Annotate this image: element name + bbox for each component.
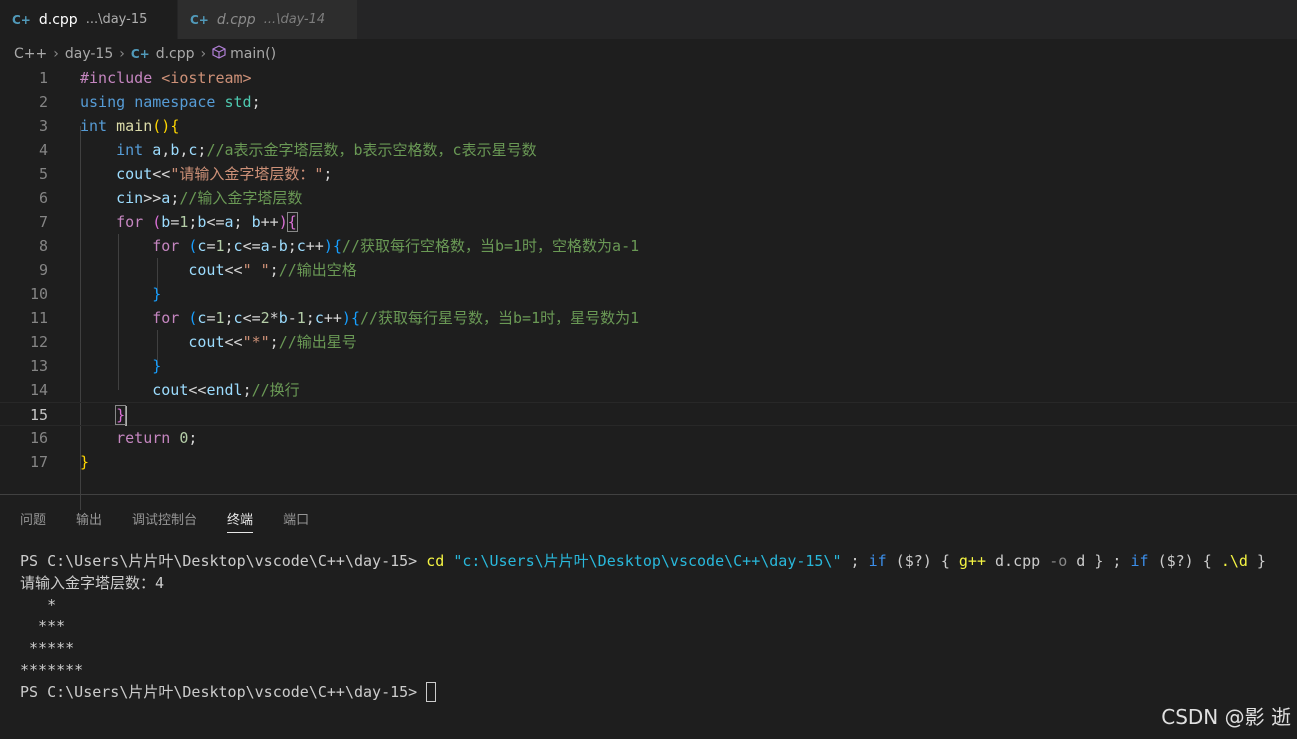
breadcrumb-item-folder[interactable]: day-15 bbox=[65, 46, 113, 62]
code-text: int main(){ bbox=[80, 117, 180, 135]
line-number: 7 bbox=[38, 213, 48, 231]
line-number: 6 bbox=[38, 189, 48, 207]
line-number: 5 bbox=[38, 165, 48, 183]
terminal-output-line: *** bbox=[20, 617, 66, 636]
line-number: 17 bbox=[29, 453, 48, 471]
tab-debug-console[interactable]: 调试控制台 bbox=[132, 505, 197, 533]
code-text: using namespace std; bbox=[80, 93, 261, 111]
tab-d-cpp-day-14[interactable]: C+ d.cpp ...\day-14 bbox=[178, 0, 358, 39]
terminal-prompt: PS C:\Users\片片叶\Desktop\vscode\C++\day-1… bbox=[20, 552, 418, 570]
code-line-current: 15 } bbox=[0, 402, 1297, 426]
line-number: 9 bbox=[38, 261, 48, 279]
line-number: 8 bbox=[38, 237, 48, 255]
tab-d-cpp-day-15[interactable]: C+ d.cpp ...\day-15 bbox=[0, 0, 178, 39]
code-line: 6 cin>>a;//输入金字塔层数 bbox=[0, 186, 1297, 210]
tab-problems[interactable]: 问题 bbox=[20, 505, 46, 533]
line-number: 12 bbox=[29, 333, 48, 351]
terminal-output-line: ***** bbox=[20, 639, 75, 658]
terminal-output-line: ******* bbox=[20, 660, 84, 679]
line-number: 4 bbox=[38, 141, 48, 159]
code-text: cout<<"*";//输出星号 bbox=[188, 333, 357, 351]
tab-filename: d.cpp bbox=[38, 11, 78, 28]
tab-path: ...\day-14 bbox=[263, 12, 326, 27]
editor-tab-bar: C+ d.cpp ...\day-15 C+ d.cpp ...\day-14 bbox=[0, 0, 1297, 39]
tab-path: ...\day-15 bbox=[85, 12, 148, 27]
terminal[interactable]: PS C:\Users\片片叶\Desktop\vscode\C++\day-1… bbox=[20, 551, 1266, 704]
chevron-right-icon: › bbox=[200, 46, 207, 62]
chevron-right-icon: › bbox=[53, 46, 59, 62]
code-text: } bbox=[115, 405, 128, 426]
text-cursor bbox=[125, 405, 128, 426]
line-number: 13 bbox=[29, 357, 48, 375]
symbol-method-icon bbox=[212, 45, 226, 63]
code-text: for (c=1;c<=a-b;c++){//获取每行空格数，当b=1时，空格数… bbox=[152, 237, 640, 255]
code-text: cin>>a;//输入金字塔层数 bbox=[116, 189, 303, 207]
line-number: 1 bbox=[38, 69, 48, 87]
code-line: 10 } bbox=[0, 282, 1297, 306]
line-number: 10 bbox=[29, 285, 48, 303]
watermark: CSDN @影 逝 bbox=[1161, 705, 1291, 729]
line-number: 15 bbox=[29, 406, 48, 424]
line-number: 16 bbox=[29, 429, 48, 447]
code-text: for (c=1;c<=2*b-1;c++){//获取每行星号数，当b=1时，星… bbox=[152, 309, 640, 327]
code-line: 2 using namespace std; bbox=[0, 90, 1297, 114]
tab-output[interactable]: 输出 bbox=[76, 505, 102, 533]
code-text: } bbox=[152, 285, 162, 303]
code-line: 12 cout<<"*";//输出星号 bbox=[0, 330, 1297, 354]
terminal-prompt-line: PS C:\Users\片片叶\Desktop\vscode\C++\day-1… bbox=[20, 682, 1266, 704]
cpp-file-icon: C+ bbox=[130, 47, 150, 61]
code-text: #include <iostream> bbox=[80, 69, 252, 87]
panel-tabs: 问题 输出 调试控制台 终端 端口 bbox=[0, 505, 309, 533]
code-text: for (b=1;b<=a; b++){ bbox=[116, 212, 298, 232]
code-text: int a,b,c;//a表示金字塔层数，b表示空格数，c表示星号数 bbox=[116, 141, 537, 159]
tab-terminal[interactable]: 终端 bbox=[227, 505, 254, 533]
code-text: } bbox=[80, 453, 90, 471]
chevron-right-icon: › bbox=[119, 46, 125, 62]
tab-filename: d.cpp bbox=[216, 11, 256, 28]
breadcrumb-item-cpp[interactable]: C++ bbox=[14, 46, 47, 62]
code-line: 3 int main(){ bbox=[0, 114, 1297, 138]
code-line: 7 for (b=1;b<=a; b++){ bbox=[0, 210, 1297, 234]
breadcrumb-item-symbol[interactable]: main() bbox=[230, 46, 276, 62]
terminal-prompt: PS C:\Users\片片叶\Desktop\vscode\C++\day-1… bbox=[20, 682, 418, 701]
code-line: 8 for (c=1;c<=a-b;c++){//获取每行空格数，当b=1时，空… bbox=[0, 234, 1297, 258]
code-line: 16 return 0; bbox=[0, 426, 1297, 450]
code-line: 17} bbox=[0, 450, 1297, 474]
line-number: 3 bbox=[38, 117, 48, 135]
terminal-cursor bbox=[426, 682, 437, 703]
code-text: return 0; bbox=[116, 429, 198, 447]
line-number: 11 bbox=[29, 309, 48, 327]
code-editor[interactable]: 1 #include <iostream> 2 using namespace st… bbox=[0, 66, 1297, 510]
terminal-output-line: 请输入金字塔层数：4 bbox=[20, 573, 165, 592]
cpp-file-icon: C+ bbox=[12, 12, 31, 27]
line-number: 14 bbox=[29, 381, 48, 399]
code-line: 4 int a,b,c;//a表示金字塔层数，b表示空格数，c表示星号数 bbox=[0, 138, 1297, 162]
code-line: 11 for (c=1;c<=2*b-1;c++){//获取每行星号数，当b=1… bbox=[0, 306, 1297, 330]
bottom-panel: 问题 输出 调试控制台 终端 端口 PS C:\Users\片片叶\Deskto… bbox=[0, 494, 1297, 739]
line-number: 2 bbox=[38, 93, 48, 111]
code-text: } bbox=[152, 357, 162, 375]
code-line: 13 } bbox=[0, 354, 1297, 378]
code-line: 1 #include <iostream> bbox=[0, 66, 1297, 90]
terminal-output-line: * bbox=[20, 595, 57, 614]
breadcrumb: C++ › day-15 › C+ d.cpp › main() bbox=[14, 42, 276, 66]
code-text: cout<<endl;//换行 bbox=[152, 381, 300, 399]
breadcrumb-item-file[interactable]: d.cpp bbox=[156, 46, 195, 62]
terminal-command-line: PS C:\Users\片片叶\Desktop\vscode\C++\day-1… bbox=[20, 552, 1266, 570]
tab-ports[interactable]: 端口 bbox=[283, 505, 309, 533]
code-text: cout<<" ";//输出空格 bbox=[188, 261, 357, 279]
code-text: cout<<"请输入金字塔层数："; bbox=[116, 165, 333, 183]
cpp-file-icon: C+ bbox=[190, 12, 209, 27]
code-line: 14 cout<<endl;//换行 bbox=[0, 378, 1297, 402]
code-line: 9 cout<<" ";//输出空格 bbox=[0, 258, 1297, 282]
code-line: 5 cout<<"请输入金字塔层数："; bbox=[0, 162, 1297, 186]
